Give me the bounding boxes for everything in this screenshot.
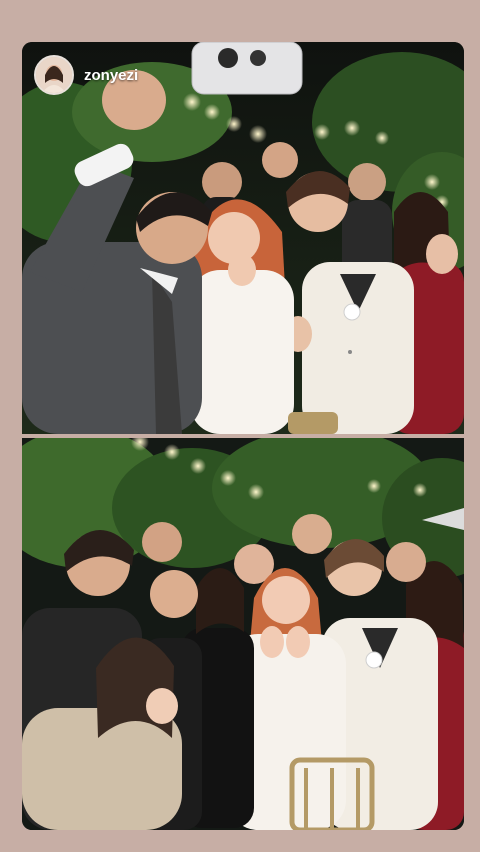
avatar-image (36, 57, 72, 93)
top-photo-scene (22, 42, 464, 434)
bottom-photo (22, 438, 464, 830)
story-card (22, 42, 464, 830)
username[interactable]: zonyezi (84, 67, 138, 84)
story-header: zonyezi (34, 54, 138, 96)
top-photo (22, 42, 464, 434)
chair (289, 757, 375, 830)
bottom-photo-scene (22, 438, 464, 830)
profile-avatar-icon[interactable] (34, 55, 74, 95)
